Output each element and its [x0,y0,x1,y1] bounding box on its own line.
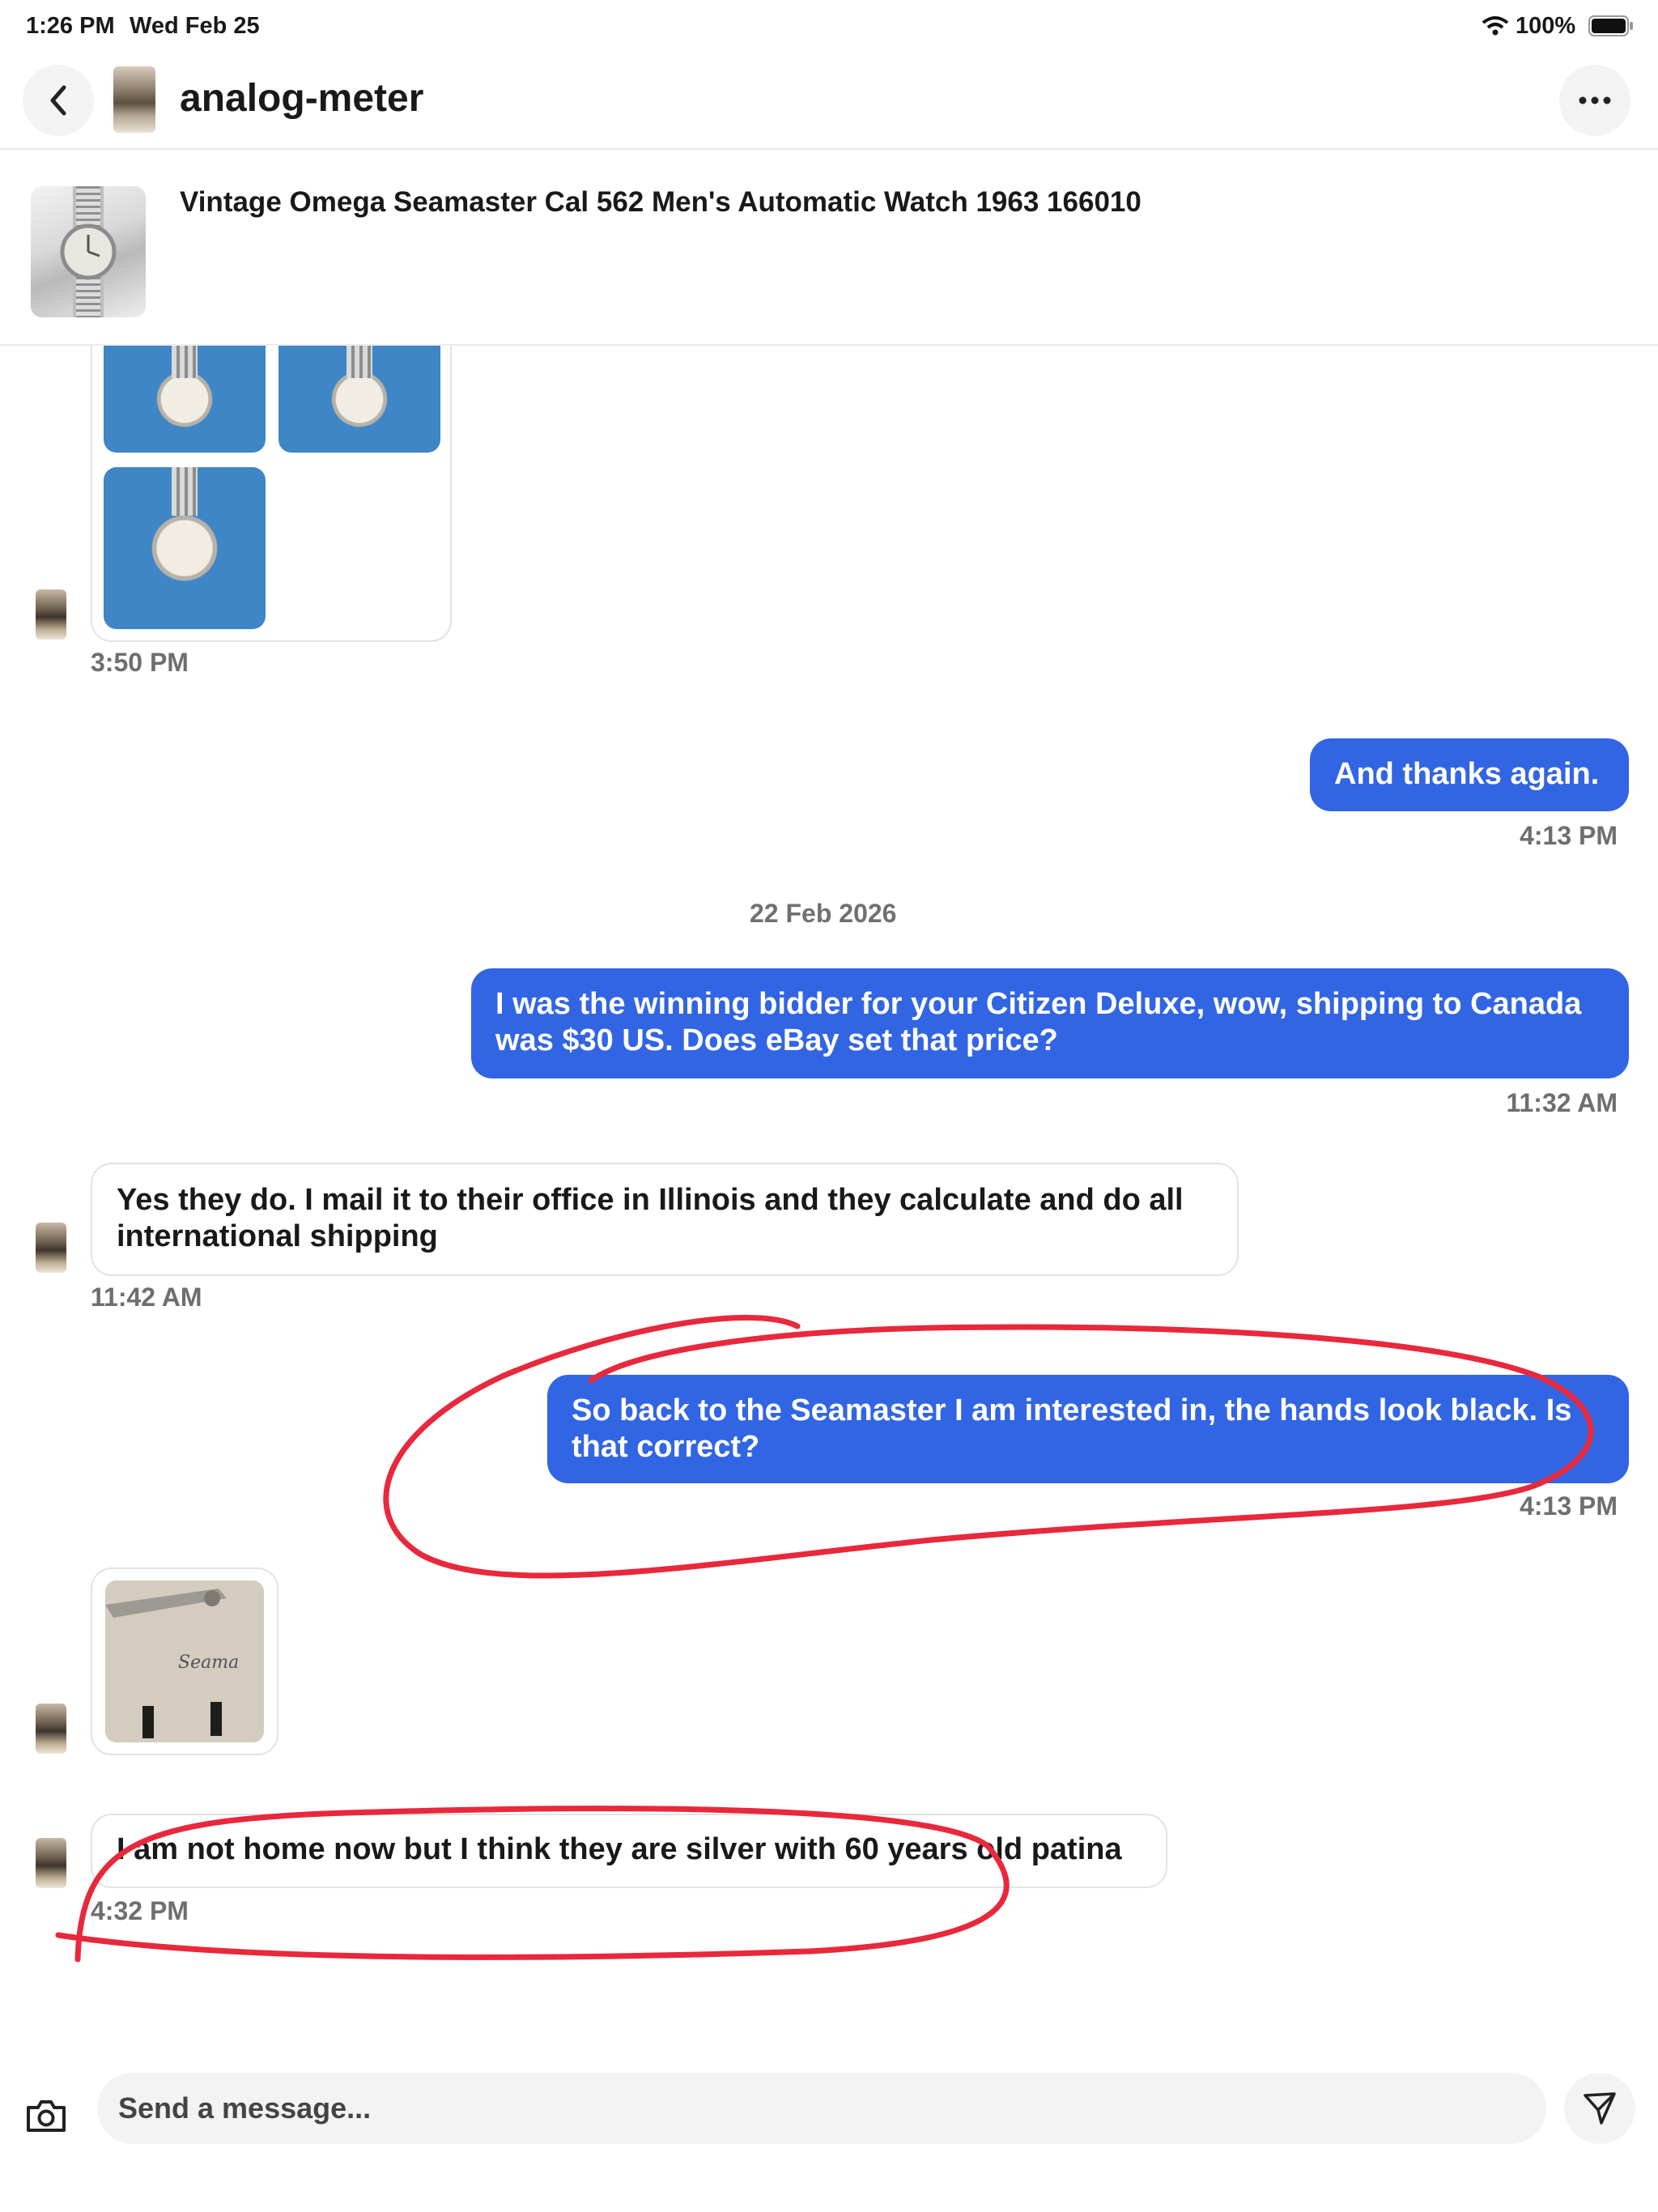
send-icon [1584,2092,1616,2125]
message-input-placeholder: Send a message... [118,2091,372,2125]
camera-icon [27,2100,66,2132]
camera-button[interactable] [21,2091,71,2141]
annotation-overlay [55,1314,1594,1963]
message-input[interactable]: Send a message... [97,2073,1546,2144]
annotation-circle [55,1806,1010,1963]
annotation-circle [383,1314,1594,1579]
send-button[interactable] [1564,2073,1635,2144]
